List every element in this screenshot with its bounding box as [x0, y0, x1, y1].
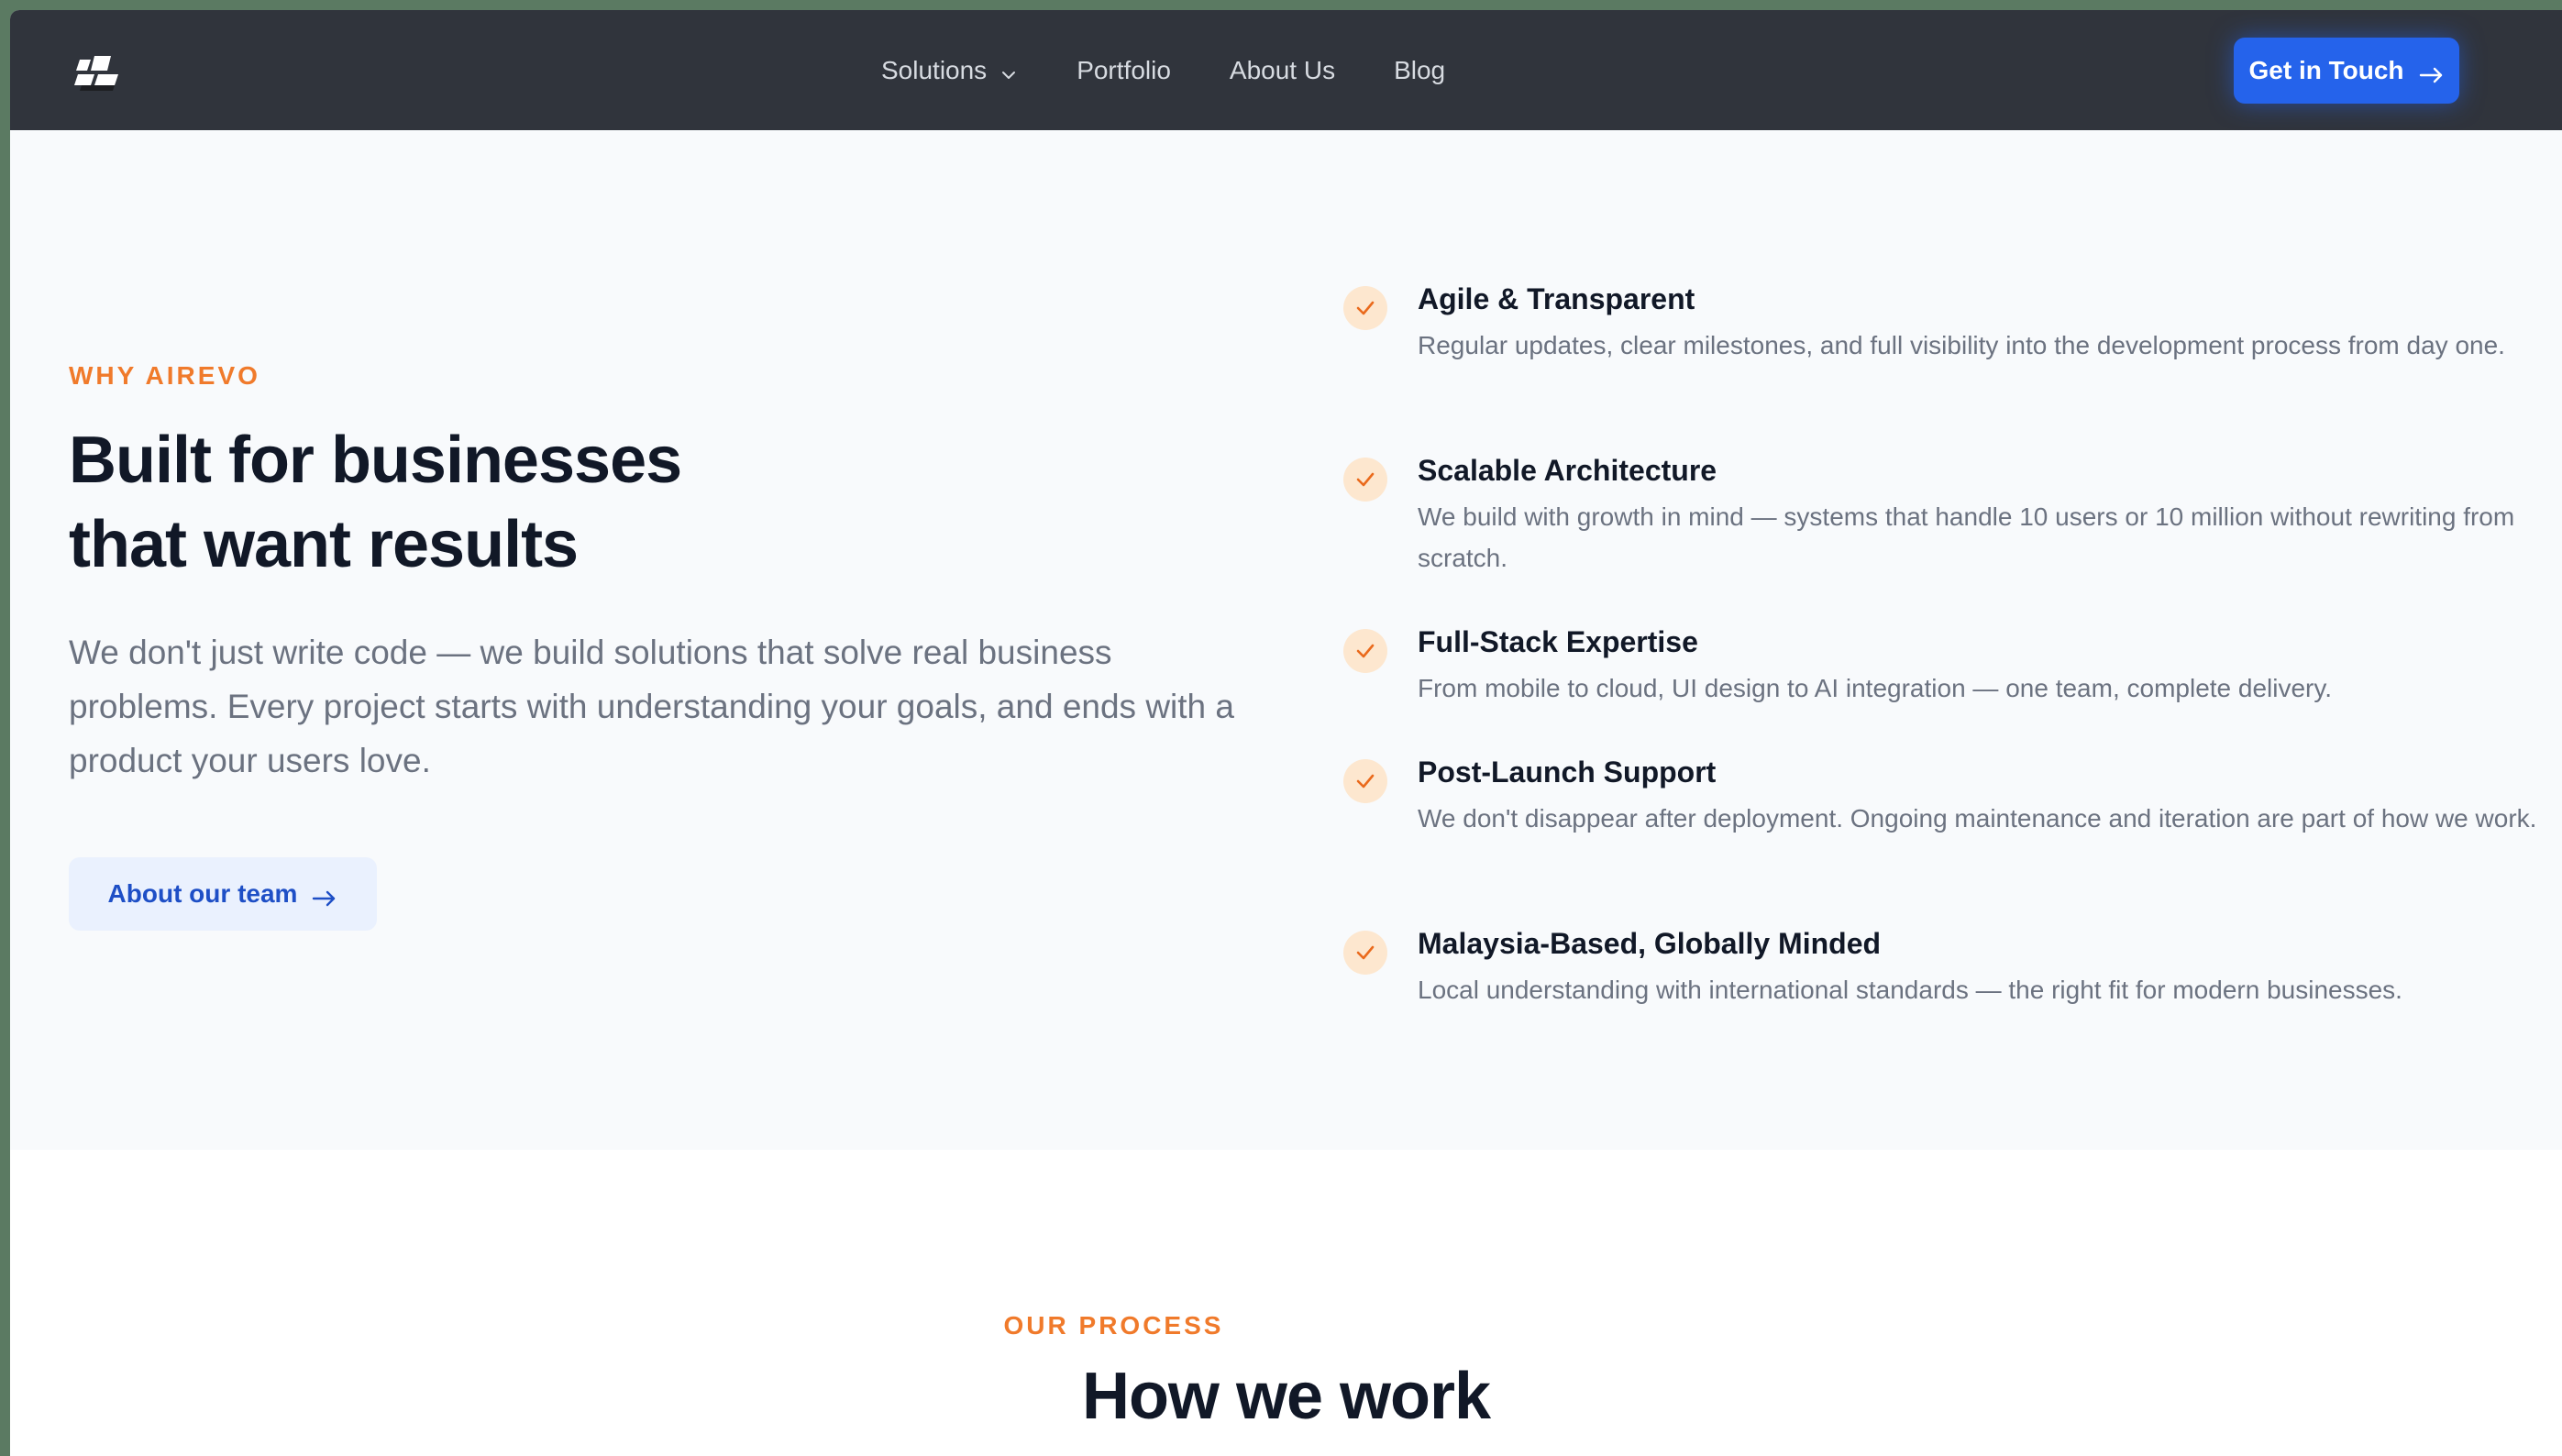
headline-line-2: that want results — [69, 508, 579, 581]
browser-window: Solutions Portfolio About Us Blog Get in… — [10, 10, 2562, 1456]
process-section: OUR PROCESS How we work — [10, 1150, 2562, 1456]
feature-title: Agile & Transparent — [1418, 282, 1695, 315]
nav-solutions-label: Solutions — [881, 55, 988, 84]
check-icon — [1343, 931, 1387, 975]
nav-portfolio[interactable]: Portfolio — [1077, 56, 1171, 85]
feature-title: Malaysia-Based, Globally Minded — [1418, 927, 1882, 960]
feature-title: Post-Launch Support — [1418, 756, 1717, 789]
process-title: How we work — [1081, 1360, 1491, 1433]
why-headline: Built for businesses that want results — [69, 418, 1169, 587]
get-in-touch-label: Get in Touch — [2248, 56, 2404, 84]
process-eyebrow: OUR PROCESS — [1003, 1311, 1224, 1340]
feature-description: We build with growth in mind — systems t… — [1418, 502, 2515, 572]
check-icon — [1343, 286, 1387, 330]
nav-portfolio-label: Portfolio — [1077, 55, 1171, 84]
nav-about-us[interactable]: About Us — [1230, 56, 1335, 85]
feature-title: Scalable Architecture — [1418, 454, 1717, 487]
check-icon — [1343, 759, 1387, 803]
check-icon — [1343, 458, 1387, 502]
feature-title: Full-Stack Expertise — [1418, 625, 1698, 658]
top-navbar: Solutions Portfolio About Us Blog Get in… — [10, 10, 2562, 130]
why-section: WHY AIREVO Built for businesses that wan… — [10, 130, 2562, 1150]
why-lead-paragraph: We don't just write code — we build solu… — [69, 634, 1234, 779]
chevron-down-icon — [999, 61, 1018, 80]
feature-description: From mobile to cloud, UI design to AI in… — [1418, 674, 2333, 702]
feature-description: Local understanding with international s… — [1418, 976, 2402, 1004]
nav-solutions[interactable]: Solutions — [881, 56, 1018, 85]
why-eyebrow: WHY AIREVO — [69, 361, 260, 390]
get-in-touch-button[interactable]: Get in Touch — [2234, 38, 2459, 104]
arrow-right-icon — [312, 885, 337, 907]
main-nav: Solutions Portfolio About Us Blog — [881, 10, 1504, 130]
airevo-logo-icon[interactable] — [74, 52, 129, 93]
check-icon — [1343, 629, 1387, 673]
nav-blog-label: Blog — [1394, 55, 1446, 84]
arrow-right-icon — [2419, 61, 2445, 83]
nav-blog[interactable]: Blog — [1394, 56, 1445, 85]
headline-line-1: Built for businesses — [69, 424, 682, 497]
nav-about-us-label: About Us — [1229, 55, 1336, 84]
feature-description: Regular updates, clear milestones, and f… — [1418, 331, 2505, 359]
about-our-team-label: About our team — [107, 879, 298, 908]
about-our-team-button[interactable]: About our team — [69, 857, 377, 931]
feature-description: We don't disappear after deployment. Ong… — [1418, 804, 2537, 833]
